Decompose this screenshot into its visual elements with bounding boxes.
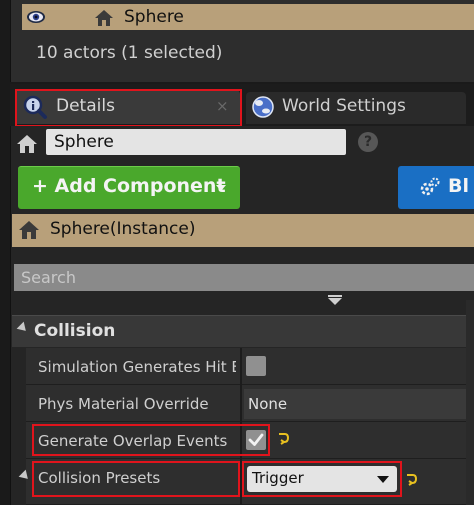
collision-presets-dropdown-highlight-box xyxy=(242,461,402,497)
tab-world-settings-label: World Settings xyxy=(282,96,406,116)
actors-count-status: 10 actors (1 selected) xyxy=(36,43,223,63)
chevron-down-icon xyxy=(216,185,226,191)
actor-house-icon xyxy=(17,135,37,153)
sim-hit-events-checkbox[interactable] xyxy=(246,356,266,376)
phys-material-label: Phys Material Override xyxy=(38,395,209,413)
outliner-selected-row[interactable] xyxy=(22,4,474,30)
property-column-divider[interactable] xyxy=(240,348,242,385)
collision-presets-label-highlight-box xyxy=(32,461,240,497)
component-instance-label: Sphere(Instance) xyxy=(50,219,196,239)
actor-house-icon xyxy=(19,221,39,239)
property-column-divider[interactable] xyxy=(240,385,242,422)
overlap-events-highlight-box xyxy=(32,424,270,456)
collision-category-title: Collision xyxy=(34,321,116,341)
reset-to-default-icon[interactable] xyxy=(404,472,418,486)
filter-dropdown-bar[interactable] xyxy=(328,295,342,297)
filter-chevron-down-icon[interactable] xyxy=(328,298,342,305)
visibility-eye-icon[interactable] xyxy=(26,9,46,25)
phys-material-value[interactable]: None xyxy=(244,389,474,419)
outliner-row-label: Sphere xyxy=(124,7,184,27)
details-tab-highlight-box xyxy=(15,89,242,127)
reset-to-default-icon[interactable] xyxy=(276,431,290,445)
globe-icon xyxy=(252,96,274,118)
actor-house-icon xyxy=(95,10,113,26)
sim-hit-events-label: Simulation Generates Hit Events xyxy=(38,358,236,376)
add-component-label: + Add Component xyxy=(32,175,226,197)
gears-icon xyxy=(420,177,440,196)
blueprint-button-label: Bl xyxy=(448,175,469,197)
actor-name-input[interactable] xyxy=(46,129,346,155)
help-icon[interactable]: ? xyxy=(358,132,378,152)
details-scrollbar[interactable] xyxy=(466,300,474,505)
details-search-input[interactable] xyxy=(14,264,474,291)
